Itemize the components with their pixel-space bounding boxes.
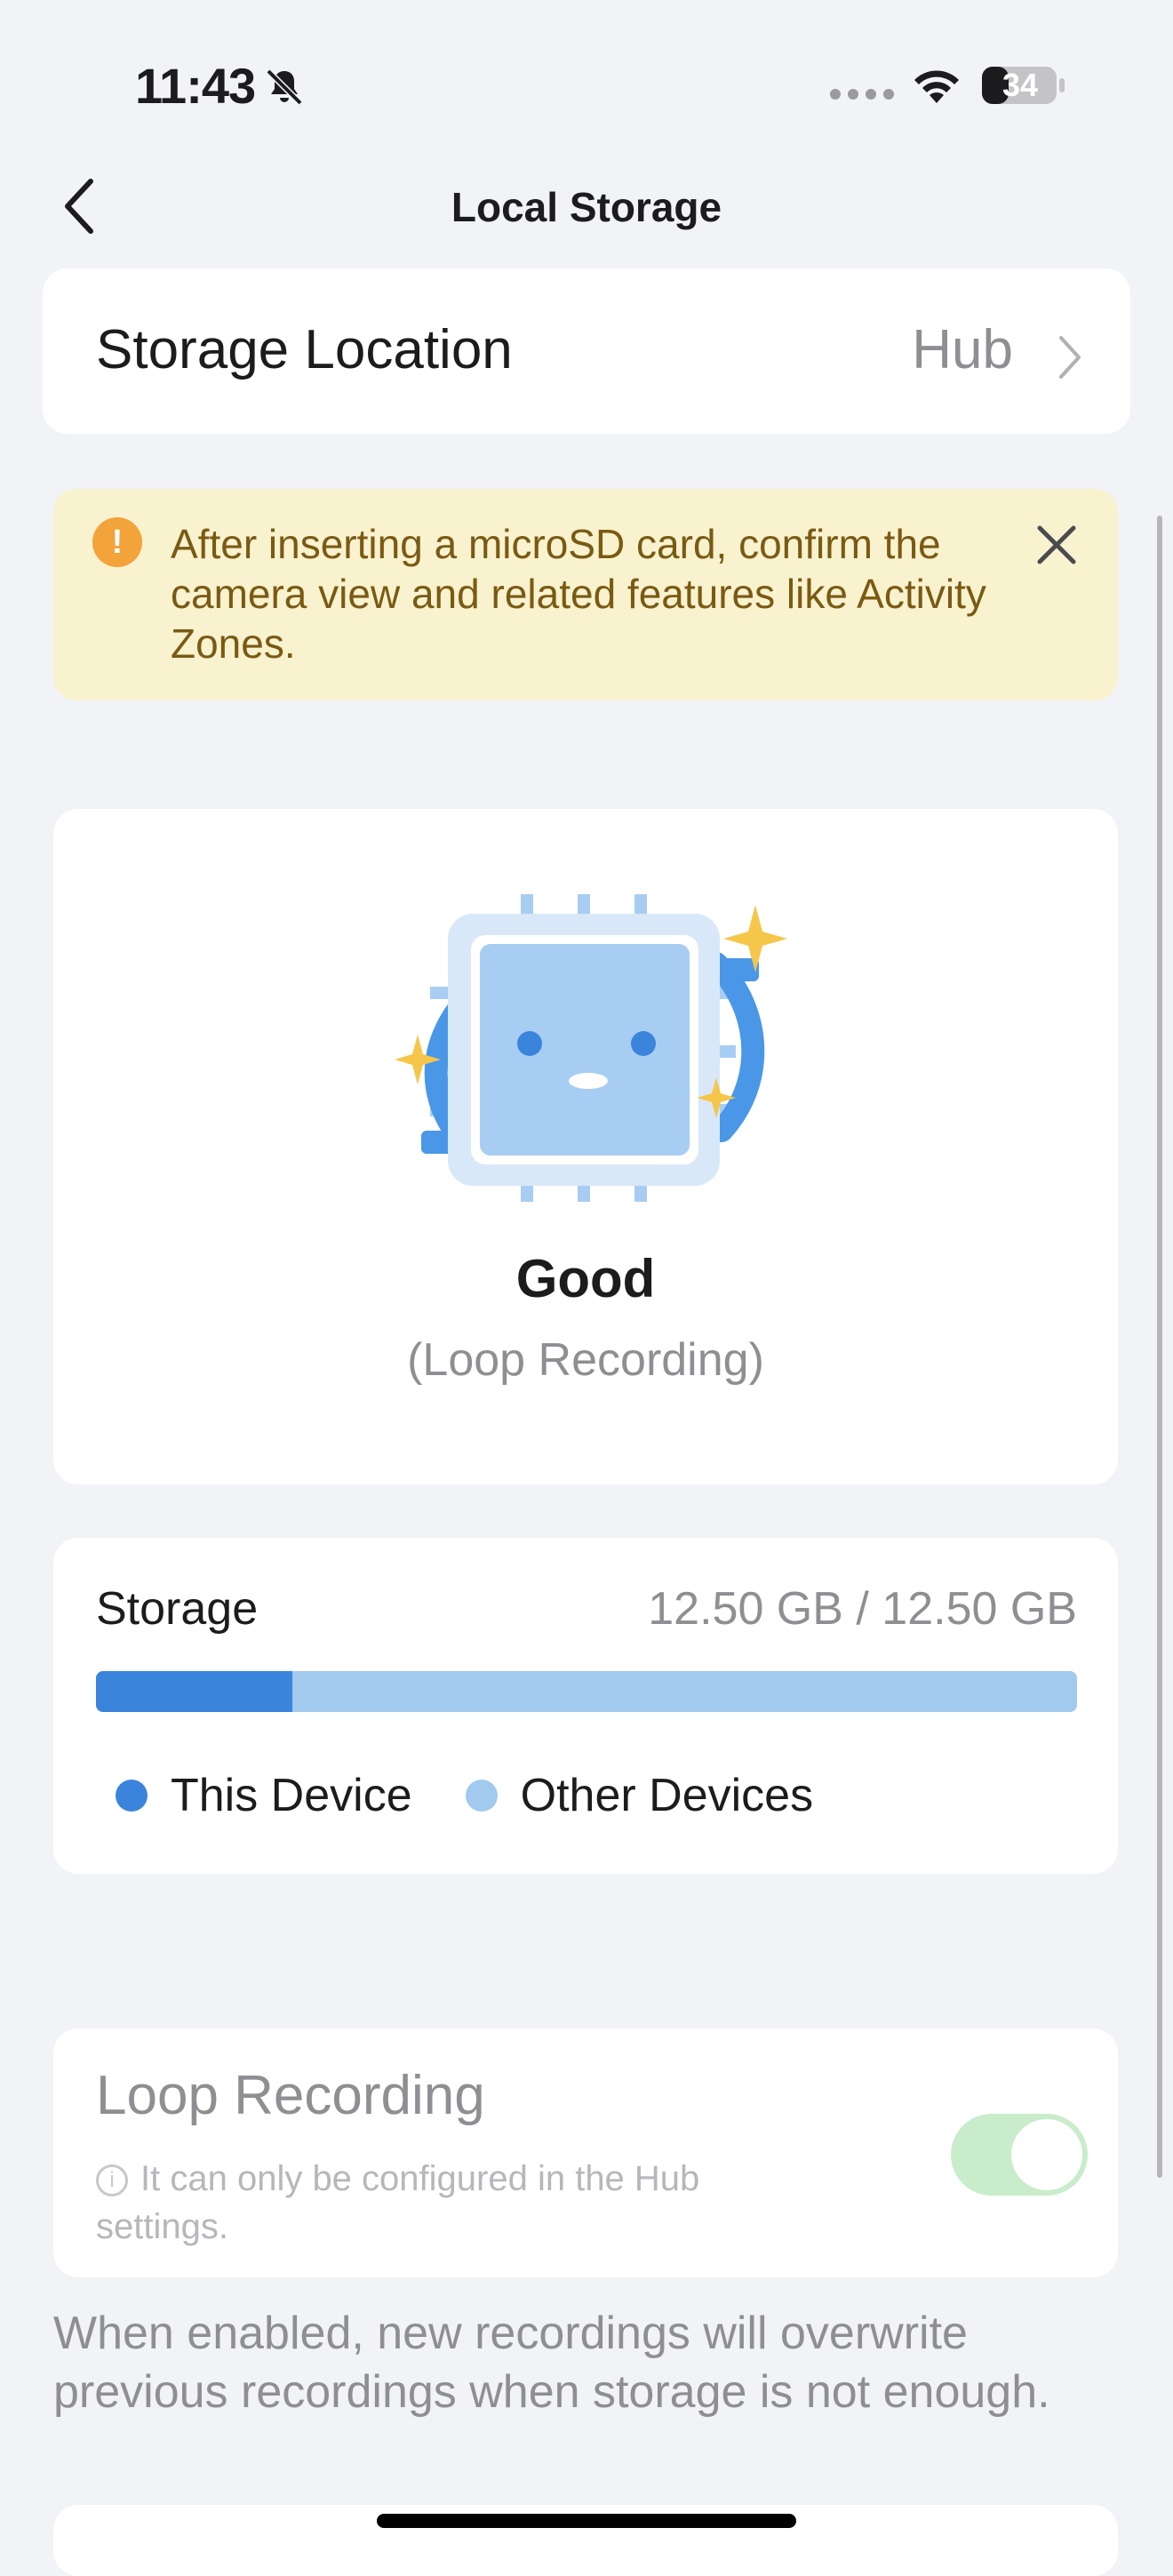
legend-label: This Device [171, 1770, 412, 1821]
storage-usage-bar-this-device [96, 1671, 292, 1712]
storage-capacity-value: 12.50 GB / 12.50 GB [648, 1583, 1077, 1635]
silent-bell-icon [266, 68, 303, 106]
legend-dot-other-devices [465, 1780, 498, 1812]
toggle-knob [1011, 2119, 1082, 2190]
scrollbar[interactable] [1157, 516, 1162, 2178]
storage-location-label: Storage Location [96, 319, 513, 380]
wifi-icon [914, 70, 959, 103]
legend-this-device: This Device [116, 1769, 412, 1822]
loop-recording-info-text: It can only be configured in the Hub set… [96, 2159, 700, 2246]
info-icon: i [96, 2164, 128, 2197]
close-icon[interactable] [1033, 521, 1081, 569]
loop-recording-info: i It can only be configured in the Hub se… [96, 2155, 807, 2251]
status-time: 11:43 [135, 58, 256, 114]
storage-label: Storage [96, 1583, 259, 1635]
legend-label: Other Devices [520, 1770, 814, 1821]
legend-other-devices: Other Devices [465, 1769, 814, 1822]
home-indicator [377, 2514, 796, 2528]
back-chevron-icon[interactable] [55, 174, 108, 238]
loop-recording-title: Loop Recording [96, 2065, 485, 2126]
legend-dot-this-device [116, 1780, 148, 1812]
storage-legend: This Device Other Devices [116, 1769, 866, 1822]
page-title: Local Storage [451, 184, 722, 230]
storage-status-title: Good [515, 1249, 656, 1308]
warning-text: After inserting a microSD card, confirm … [171, 521, 986, 667]
loop-recording-description: When enabled, new recordings will overwr… [53, 2308, 1050, 2418]
cellular-signal-icon [830, 89, 894, 100]
storage-usage-bar [96, 1671, 1077, 1712]
chevron-right-icon [1059, 336, 1081, 379]
warning-icon: ! [92, 517, 142, 567]
battery-level: 34 [1001, 67, 1039, 103]
storage-location-value: Hub [912, 319, 1013, 380]
sd-card-chip-illustration [395, 894, 787, 1202]
storage-status-subtitle: (Loop Recording) [407, 1334, 764, 1386]
